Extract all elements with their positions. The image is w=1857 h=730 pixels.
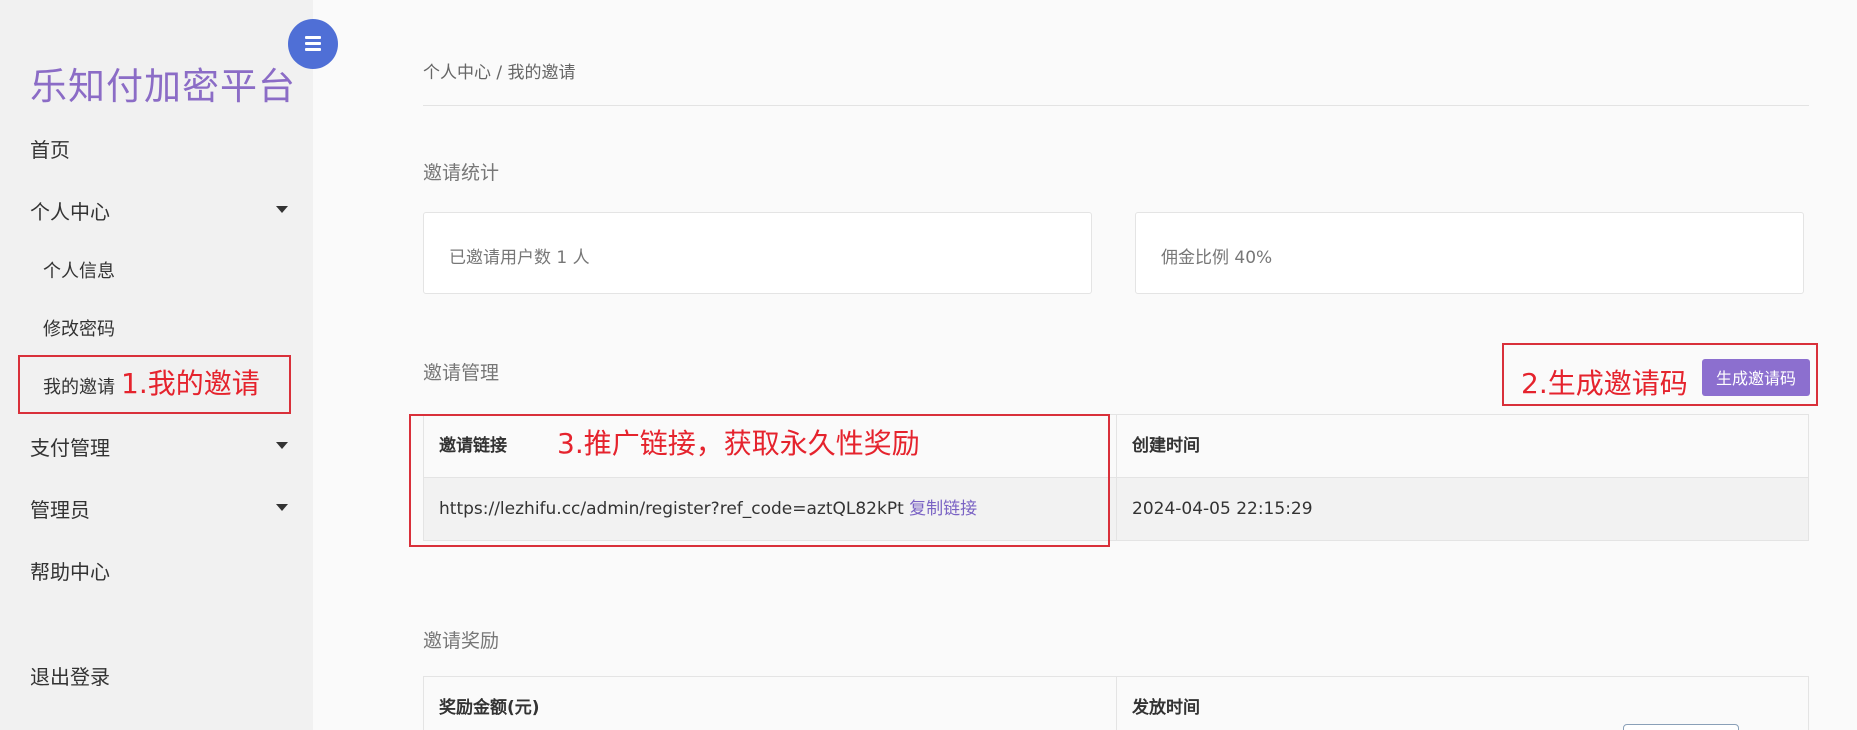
menu-toggle-button[interactable] bbox=[288, 19, 338, 69]
sidebar-item-label: 个人信息 bbox=[43, 261, 115, 282]
section-title-rewards: 邀请奖励 bbox=[423, 630, 500, 652]
caret-down-icon bbox=[276, 206, 288, 213]
section-title-stats: 邀请统计 bbox=[423, 162, 500, 184]
created-time-cell: 2024-04-05 22:15:29 bbox=[1116, 478, 1808, 540]
stat-card-commission: 佣金比例 40% bbox=[1135, 212, 1804, 294]
sidebar-item-label: 管理员 bbox=[30, 498, 90, 522]
brand-title: 乐知付加密平台 bbox=[30, 65, 296, 108]
sidebar-item-label: 个人中心 bbox=[30, 200, 110, 224]
section-title-invite-mgmt: 邀请管理 bbox=[423, 362, 500, 384]
sidebar-item-home[interactable]: 首页 bbox=[30, 134, 288, 163]
sidebar-item-label: 修改密码 bbox=[43, 319, 115, 340]
annotation-step3: 3.推广链接，获取永久性奖励 bbox=[557, 427, 920, 460]
caret-down-icon bbox=[276, 442, 288, 449]
sidebar-item-label: 首页 bbox=[30, 138, 70, 162]
generate-invite-code-button[interactable]: 生成邀请码 bbox=[1702, 359, 1810, 396]
hamburger-icon bbox=[305, 36, 321, 39]
sidebar-item-label: 帮助中心 bbox=[30, 560, 110, 584]
sidebar-item-payment[interactable]: 支付管理 bbox=[30, 432, 288, 461]
partial-button[interactable] bbox=[1623, 724, 1739, 730]
column-header-amount: 奖励金额(元) bbox=[439, 698, 540, 718]
app-root: 乐知付加密平台 首页 个人中心 个人信息 修改密码 我的邀请 支付管理 管理员 … bbox=[0, 0, 1857, 730]
sidebar-item-label: 支付管理 bbox=[30, 436, 110, 460]
stat-card-invited-users: 已邀请用户数 1 人 bbox=[423, 212, 1092, 294]
sidebar-item-personal-center[interactable]: 个人中心 bbox=[30, 196, 288, 225]
divider bbox=[423, 105, 1809, 106]
sidebar-item-help[interactable]: 帮助中心 bbox=[30, 556, 288, 585]
annotation-step1: 1.我的邀请 bbox=[121, 367, 260, 400]
stat-invited-users: 已邀请用户数 1 人 bbox=[449, 248, 590, 268]
column-header-created: 创建时间 bbox=[1116, 415, 1808, 477]
annotation-step2: 2.生成邀请码 bbox=[1521, 367, 1688, 400]
column-header-time: 发放时间 bbox=[1116, 677, 1808, 730]
caret-down-icon bbox=[276, 504, 288, 511]
sidebar-item-change-password[interactable]: 修改密码 bbox=[43, 315, 301, 341]
sidebar-item-logout[interactable]: 退出登录 bbox=[30, 661, 288, 690]
stat-commission: 佣金比例 40% bbox=[1161, 248, 1273, 268]
rewards-table: 奖励金额(元) 发放时间 bbox=[423, 676, 1809, 730]
sidebar-item-admin[interactable]: 管理员 bbox=[30, 494, 288, 523]
breadcrumb: 个人中心 / 我的邀请 bbox=[423, 63, 576, 83]
sidebar-item-label: 退出登录 bbox=[30, 665, 110, 689]
table-header-row: 奖励金额(元) 发放时间 bbox=[424, 677, 1808, 730]
sidebar-item-personal-info[interactable]: 个人信息 bbox=[43, 257, 301, 283]
